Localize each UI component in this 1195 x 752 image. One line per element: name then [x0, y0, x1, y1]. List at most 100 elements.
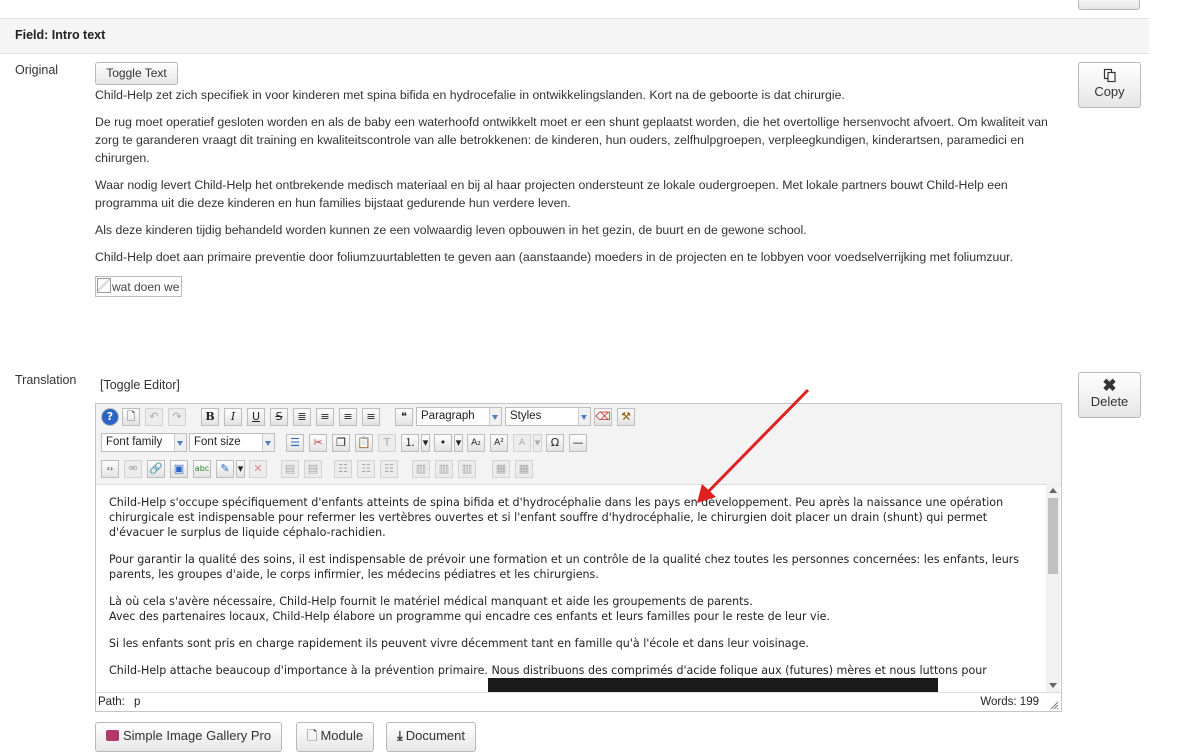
paragraph-format-value: Paragraph: [421, 410, 475, 422]
insert-col-after-icon[interactable]: ▥: [435, 460, 453, 478]
select-all-icon[interactable]: ☰: [286, 434, 304, 452]
close-icon: ✖: [1102, 376, 1117, 395]
styles-value: Styles: [510, 410, 542, 422]
field-title: Field: Intro text: [15, 28, 106, 42]
chevron-down-icon: [174, 434, 186, 451]
numbered-list-icon[interactable]: ⒈: [401, 434, 419, 452]
font-family-select[interactable]: Font family: [101, 433, 187, 452]
undo-icon[interactable]: ↶: [145, 408, 163, 426]
editor-toolbar: ? 🗋 ↶ ↷ B I U S ≣ ≡ ≡ ≡ ❝ Paragraph Styl…: [96, 404, 1061, 485]
toggle-text-button[interactable]: Toggle Text: [95, 62, 178, 85]
font-size-value: Font size: [194, 436, 241, 448]
redo-icon[interactable]: ↷: [168, 408, 186, 426]
table-icon[interactable]: ▦: [492, 460, 510, 478]
chevron-down-icon[interactable]: ▾: [421, 434, 430, 452]
help-icon[interactable]: ?: [101, 408, 119, 426]
blockquote-icon[interactable]: ❝: [395, 408, 413, 426]
rich-text-editor[interactable]: ? 🗋 ↶ ↷ B I U S ≣ ≡ ≡ ≡ ❝ Paragraph Styl…: [95, 403, 1062, 712]
file-add-icon: 🗋: [307, 728, 318, 743]
translation-paragraph: Pour garantir la qualité des soins, il e…: [109, 553, 1020, 581]
cut-icon[interactable]: ✂: [309, 434, 327, 452]
scroll-up-icon[interactable]: [1049, 488, 1057, 493]
table-props-icon[interactable]: ▦: [515, 460, 533, 478]
download-icon: ⤓: [397, 728, 403, 743]
scrollbar-thumb[interactable]: [1048, 498, 1058, 574]
table-row-before-icon[interactable]: ▤: [281, 460, 299, 478]
chevron-down-icon[interactable]: ▾: [454, 434, 463, 452]
simple-image-gallery-button[interactable]: Simple Image Gallery Pro: [95, 722, 283, 752]
translation-paragraph: Avec des partenaires locaux, Child-Help …: [109, 610, 831, 623]
document-button[interactable]: ⤓ Document: [386, 722, 476, 752]
original-paragraph: Child-Help doet aan primaire preventie d…: [95, 250, 1014, 264]
translation-paragraph: Child-Help s'occupe spécifiquement d'enf…: [109, 496, 1004, 539]
editor-scrollbar[interactable]: [1046, 484, 1060, 692]
field-header: Field: Intro text: [0, 18, 1149, 54]
editor-content[interactable]: Child-Help s'occupe spécifiquement d'enf…: [109, 495, 1039, 690]
embedded-image: [488, 678, 938, 692]
strikethrough-icon[interactable]: S: [270, 408, 288, 426]
gallery-label: Simple Image Gallery Pro: [123, 728, 272, 743]
italic-icon[interactable]: I: [224, 408, 242, 426]
top-button-stub[interactable]: [1078, 0, 1140, 10]
font-family-value: Font family: [106, 436, 163, 448]
remove-format-icon[interactable]: ✕: [249, 460, 267, 478]
paste-text-icon[interactable]: T: [378, 434, 396, 452]
new-document-icon[interactable]: 🗋: [122, 408, 140, 426]
unlink-icon[interactable]: ⚮: [124, 460, 142, 478]
superscript-icon[interactable]: A²: [490, 434, 508, 452]
copy-button[interactable]: Copy: [1078, 62, 1141, 108]
align-justify-icon[interactable]: ≣: [293, 408, 311, 426]
chevron-down-icon[interactable]: ▾: [236, 460, 245, 478]
original-paragraph: Waar nodig levert Child-Help het ontbrek…: [95, 178, 1008, 210]
translation-paragraph: Child-Help attache beaucoup d'importance…: [109, 664, 987, 677]
align-center-icon[interactable]: ≡: [316, 408, 334, 426]
delete-col-icon[interactable]: ▥: [458, 460, 476, 478]
original-paragraph: Als deze kinderen tijdig behandeld worde…: [95, 223, 807, 237]
scroll-down-icon[interactable]: [1049, 683, 1057, 688]
source-code-icon[interactable]: ‹›: [101, 460, 119, 478]
resize-handle-icon[interactable]: [1049, 698, 1059, 710]
chevron-down-icon: [262, 434, 274, 451]
delete-row-icon[interactable]: ☷: [380, 460, 398, 478]
editor-statusbar: Path: p Words: 199: [96, 692, 1061, 712]
broken-image: wat doen we: [95, 276, 183, 297]
image-icon[interactable]: ▣: [170, 460, 188, 478]
align-left-icon[interactable]: ≡: [339, 408, 357, 426]
styles-select[interactable]: Styles: [505, 407, 591, 426]
broken-image-icon: [97, 278, 111, 293]
insert-row-after-icon[interactable]: ☷: [357, 460, 375, 478]
module-label: Module: [320, 728, 364, 743]
link-icon[interactable]: 🔗: [147, 460, 165, 478]
original-paragraph: Child-Help zet zich specifiek in voor ki…: [95, 88, 845, 102]
table-row-after-icon[interactable]: ▤: [304, 460, 322, 478]
text-color-icon[interactable]: A: [513, 434, 531, 452]
cleanup-broom-icon[interactable]: ⚒: [617, 408, 635, 426]
edit-icon[interactable]: ✎: [216, 460, 234, 478]
chevron-down-icon: [489, 408, 501, 425]
horizontal-rule-icon[interactable]: —: [569, 434, 587, 452]
chevron-down-icon[interactable]: ▾: [533, 434, 542, 452]
underline-icon[interactable]: U: [247, 408, 265, 426]
delete-button[interactable]: ✖ Delete: [1078, 372, 1141, 418]
align-right-icon[interactable]: ≡: [362, 408, 380, 426]
copy-icon: [1079, 68, 1140, 84]
bullet-list-icon[interactable]: •: [434, 434, 452, 452]
eraser-icon[interactable]: ⌫: [594, 408, 612, 426]
copy-doc-icon[interactable]: ❐: [332, 434, 350, 452]
translation-paragraph: Si les enfants sont pris en charge rapid…: [109, 637, 809, 650]
font-size-select[interactable]: Font size: [189, 433, 275, 452]
paragraph-format-select[interactable]: Paragraph: [416, 407, 502, 426]
insert-row-icon[interactable]: ☷: [334, 460, 352, 478]
spellcheck-icon[interactable]: abc: [193, 460, 211, 478]
subscript-icon[interactable]: A₂: [467, 434, 485, 452]
path-value[interactable]: p: [134, 693, 140, 712]
special-char-icon[interactable]: Ω: [546, 434, 564, 452]
word-count: Words: 199: [980, 696, 1039, 708]
module-button[interactable]: 🗋 Module: [296, 722, 375, 752]
original-paragraph: De rug moet operatief gesloten worden en…: [95, 115, 1048, 165]
original-text: Child-Help zet zich specifiek in voor ki…: [95, 86, 1065, 297]
insert-col-before-icon[interactable]: ▥: [412, 460, 430, 478]
bold-icon[interactable]: B: [201, 408, 219, 426]
toggle-editor-link[interactable]: [Toggle Editor]: [100, 378, 180, 392]
paste-icon[interactable]: 📋: [355, 434, 373, 452]
